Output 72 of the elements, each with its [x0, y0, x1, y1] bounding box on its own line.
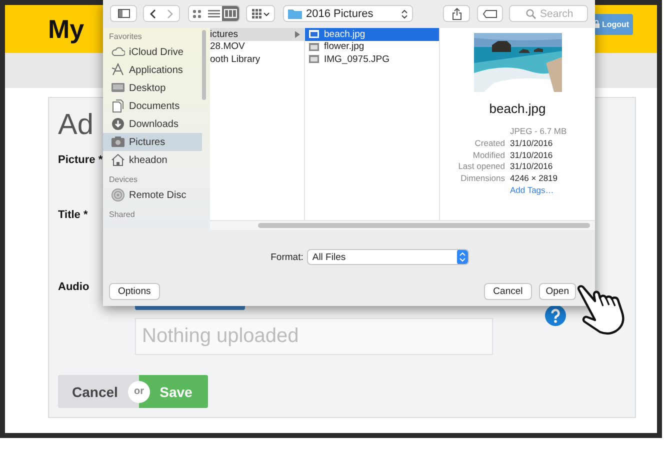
chevron-right-icon: [167, 8, 174, 18]
grid-icon: [192, 8, 202, 18]
info-value: 31/10/2016: [510, 161, 554, 174]
disc-icon: [111, 188, 125, 202]
sidebar-item[interactable]: Applications: [103, 61, 202, 79]
info-value: 31/10/2016: [510, 138, 554, 150]
or-badge: or: [128, 380, 150, 402]
sidebar-toggle-button[interactable]: [110, 5, 137, 22]
share-button[interactable]: [443, 5, 470, 22]
home-icon: [111, 153, 125, 167]
cancel-button[interactable]: Cancel: [58, 375, 128, 408]
open-button[interactable]: Open: [538, 283, 576, 300]
compass-icon: [111, 63, 125, 77]
field-label: Title *: [58, 208, 88, 223]
file-row[interactable]: 28.MOV: [210, 40, 304, 53]
help-icon[interactable]: [545, 305, 566, 326]
file-row[interactable]: ooth Library: [210, 53, 304, 66]
updown-icon: [401, 8, 408, 18]
download-icon: [111, 117, 125, 131]
list-icon: [208, 8, 220, 18]
info-label: Dimensions: [460, 173, 505, 185]
camera-icon: [111, 135, 125, 149]
sidebar-icon: [118, 9, 130, 18]
view-mode-button[interactable]: [222, 6, 239, 21]
desktop-icon: [111, 81, 125, 95]
sidebar-item[interactable]: kheadon: [103, 151, 202, 169]
sidebar-item[interactable]: Documents: [103, 97, 202, 115]
chevron-left-icon: [150, 8, 156, 18]
sidebar-heading: Devices: [108, 174, 138, 186]
sidebar-item[interactable]: Remote Disc: [103, 186, 202, 204]
scrollbar-thumb[interactable]: [202, 30, 206, 100]
cancel-button[interactable]: Cancel: [484, 283, 532, 300]
info-label: Created: [474, 138, 505, 150]
sidebar-item[interactable]: Downloads: [103, 115, 202, 133]
format-popup[interactable]: All Files: [307, 249, 470, 265]
tag-button[interactable]: [477, 5, 503, 22]
form-heading: Ad: [58, 108, 94, 143]
sidebar-heading: Favorites: [108, 31, 143, 43]
sidebar-item[interactable]: Pictures: [103, 133, 202, 151]
add-tags-link[interactable]: Add Tags…: [510, 184, 567, 197]
location-popup[interactable]: 2016 Pictures: [283, 5, 413, 22]
field-label: Audio: [58, 280, 90, 295]
info-label: Modified: [472, 150, 505, 162]
file-row[interactable]: beach.jpg: [305, 28, 439, 40]
field-label: Picture *: [58, 153, 103, 168]
folder-icon: [288, 8, 302, 19]
info-label: Last opened: [457, 161, 505, 174]
file-summary: JPEG - 6.7 MB: [510, 126, 567, 138]
options-button[interactable]: Options: [109, 283, 160, 300]
grid-dropdown-icon: [252, 8, 270, 18]
scrollbar-thumb[interactable]: [258, 223, 590, 228]
info-value: 31/10/2016: [510, 150, 554, 162]
columns-icon: [224, 8, 238, 18]
file-name: beach.jpg: [489, 101, 546, 116]
share-icon: [452, 8, 462, 20]
search-field[interactable]: Search: [509, 5, 588, 22]
info-value: 4246 × 2819: [510, 173, 559, 185]
tag-icon: [483, 10, 497, 18]
documents-icon: [111, 99, 125, 113]
file-row[interactable]: IMG_0975.JPG: [305, 53, 439, 66]
sidebar-item[interactable]: iCloud Drive: [103, 43, 202, 61]
arrange-button[interactable]: [246, 5, 275, 22]
disclosure-arrow-icon: [295, 30, 300, 38]
format-label: Format:: [270, 252, 304, 262]
search-icon: [526, 9, 536, 19]
input-field[interactable]: Nothing uploaded: [135, 318, 493, 355]
stepper-icon: [457, 250, 468, 264]
cloud-icon: [111, 45, 125, 59]
file-row[interactable]: flower.jpg: [305, 40, 439, 53]
sidebar-heading: Shared: [108, 209, 136, 221]
sidebar-item[interactable]: Desktop: [103, 79, 202, 97]
site-title: My: [48, 14, 84, 44]
